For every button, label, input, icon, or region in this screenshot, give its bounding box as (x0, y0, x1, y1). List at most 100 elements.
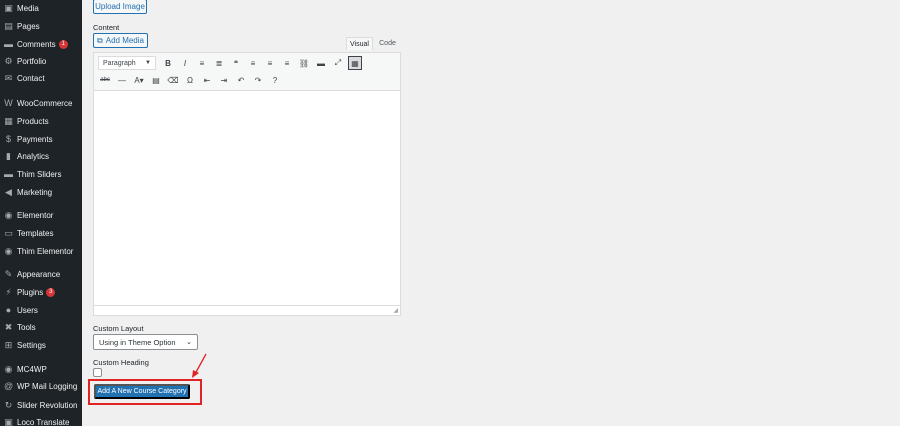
paste-text-icon[interactable]: ▤ (149, 73, 163, 87)
strikethrough-icon[interactable]: abc (98, 73, 112, 87)
text-color-icon[interactable]: A▾ (132, 73, 146, 87)
sidebar-item-woocommerce[interactable]: W WooCommerce (0, 95, 82, 112)
sidebar-item-portfolio[interactable]: ⚙ Portfolio (0, 53, 82, 70)
sidebar-item-label: Tools (17, 323, 36, 332)
custom-heading-checkbox[interactable] (93, 368, 102, 377)
sidebar-item-pages[interactable]: ▤ Pages (0, 18, 82, 35)
add-course-category-button[interactable]: Add A New Course Category (94, 384, 190, 399)
custom-heading-label: Custom Heading (93, 358, 149, 367)
notification-badge: 1 (58, 40, 68, 49)
sidebar-item-plugins[interactable]: ⚡ Plugins 3 (0, 284, 82, 301)
undo-icon[interactable]: ↶ (234, 73, 248, 87)
redo-icon[interactable]: ↷ (251, 73, 265, 87)
appearance-icon: ✎ (4, 269, 13, 279)
align-left-icon[interactable]: ≡ (246, 56, 260, 70)
sidebar-item-comments[interactable]: ▬ Comments 1 (0, 36, 82, 53)
settings-icon: ⊞ (4, 340, 13, 350)
sidebar-item-label: Settings (17, 341, 46, 350)
analytics-icon: ▮ (6, 151, 11, 161)
help-icon[interactable]: ? (268, 73, 282, 87)
sidebar-item-payments[interactable]: $ Payments (0, 131, 82, 148)
sidebar-item-label: Comments (17, 40, 56, 49)
tab-visual[interactable]: Visual (346, 37, 373, 50)
sidebar-item-label: Plugins (17, 288, 44, 297)
link-icon[interactable]: ⛓ (297, 56, 311, 70)
align-center-icon[interactable]: ≡ (263, 56, 277, 70)
sidebar-item-label: WP Mail Logging (17, 382, 78, 391)
add-media-button[interactable]: ⧉ Add Media (93, 33, 148, 48)
custom-layout-select[interactable]: Using in Theme Option ⌄ (93, 334, 198, 350)
toolbar-toggle-icon[interactable]: ▦ (348, 56, 362, 70)
woocommerce-icon: W (4, 98, 13, 108)
fullscreen-icon[interactable]: ⤢ (331, 56, 345, 70)
read-more-icon[interactable]: ▬ (314, 56, 328, 70)
sidebar-item-label: Media (17, 4, 39, 13)
sidebar-item-products[interactable]: ▦ Products (0, 113, 82, 130)
sidebar-item-users[interactable]: ● Users (0, 302, 82, 319)
bold-icon[interactable]: B (161, 56, 175, 70)
payments-icon: $ (5, 134, 11, 144)
sidebar-item-thim-sliders[interactable]: ▬ Thim Sliders (0, 166, 82, 183)
sidebar-item-slider-revolution[interactable]: ↻ Slider Revolution (0, 397, 82, 414)
sidebar-item-analytics[interactable]: ▮ Analytics (0, 148, 82, 165)
align-right-icon[interactable]: ≡ (280, 56, 294, 70)
sidebar-item-label: Analytics (17, 152, 50, 161)
notification-badge: 3 (46, 288, 56, 297)
templates-icon: ▭ (4, 228, 13, 238)
upload-image-button[interactable]: Upload Image (93, 0, 147, 14)
sidebar-item-label: Thim Elementor (17, 247, 74, 256)
sidebar-item-marketing[interactable]: ◀ Marketing (0, 184, 82, 201)
clear-formatting-icon[interactable]: ⌫ (166, 73, 180, 87)
sidebar-item-mc4wp[interactable]: ◉ MC4WP (0, 361, 82, 378)
numbered-list-icon[interactable]: ≣ (212, 56, 226, 70)
content-label: Content (93, 23, 120, 32)
sidebar-item-elementor[interactable]: ◉ Elementor (0, 207, 82, 224)
sidebar-item-label: Slider Revolution (17, 401, 78, 410)
tools-icon: ✖ (4, 322, 13, 332)
outdent-icon[interactable]: ⇤ (200, 73, 214, 87)
sidebar-item-label: MC4WP (17, 365, 47, 374)
editor-content-area[interactable] (94, 91, 400, 305)
loco-translate-icon: ▣ (4, 417, 13, 426)
chevron-down-icon: ⌄ (186, 339, 192, 346)
admin-sidebar: ▣ Media ▤ Pages ▬ Comments 1 ⚙ Portfolio ✉ Contact… (0, 0, 82, 426)
sidebar-item-label: Appearance (17, 270, 61, 279)
sidebar-item-settings[interactable]: ⊞ Settings (0, 337, 82, 354)
sidebar-item-label: Elementor (17, 211, 54, 220)
chevron-down-icon: ▼ (145, 60, 151, 66)
sliders-icon: ▬ (4, 169, 13, 179)
editor-toolbar: Paragraph ▼ B I ≡ ≣ ❝ ≡ ≡ ≡ ⛓ ▬ ⤢ ▦ abc — A▾ ▤ ⌫ Ω ⇤ ⇥ ↶ ↷? (94, 53, 400, 91)
special-character-icon[interactable]: Ω (183, 73, 197, 87)
blockquote-icon[interactable]: ❝ (229, 56, 243, 70)
custom-layout-value: Using in Theme Option (99, 337, 176, 347)
resize-handle-icon[interactable]: ◢ (393, 307, 398, 314)
sidebar-item-thim-elementor[interactable]: ◉ Thim Elementor (0, 243, 82, 260)
sidebar-item-appearance[interactable]: ✎ Appearance (0, 266, 82, 283)
sidebar-item-templates[interactable]: ▭ Templates (0, 225, 82, 242)
sidebar-item-loco-translate[interactable]: ▣ Loco Translate (0, 414, 82, 426)
editor-statusbar: ◢ (94, 305, 400, 315)
sidebar-item-tools[interactable]: ✖ Tools (0, 319, 82, 336)
add-media-label: Add Media (105, 36, 144, 45)
sidebar-item-label: Loco Translate (17, 418, 70, 426)
sidebar-item-wp-mail-logging[interactable]: @ WP Mail Logging (0, 378, 82, 395)
format-select[interactable]: Paragraph ▼ (98, 56, 156, 70)
sidebar-item-media[interactable]: ▣ Media (0, 0, 82, 17)
italic-icon[interactable]: I (178, 56, 192, 70)
sidebar-item-contact[interactable]: ✉ Contact (0, 70, 82, 87)
horizontal-line-icon[interactable]: — (115, 73, 129, 87)
indent-icon[interactable]: ⇥ (217, 73, 231, 87)
sidebar-item-label: Portfolio (17, 57, 47, 66)
sidebar-item-label: Templates (17, 229, 54, 238)
comments-icon: ▬ (4, 39, 13, 49)
products-icon: ▦ (4, 116, 13, 126)
tab-code[interactable]: Code (374, 37, 401, 50)
sidebar-item-label: Users (17, 306, 38, 315)
media-icon: ▣ (4, 3, 13, 13)
thim-elementor-icon: ◉ (4, 246, 13, 256)
contact-icon: ✉ (4, 73, 13, 83)
sidebar-item-label: Marketing (17, 188, 53, 197)
mc4wp-icon: ◉ (4, 364, 13, 374)
portfolio-icon: ⚙ (4, 56, 13, 66)
bulleted-list-icon[interactable]: ≡ (195, 56, 209, 70)
